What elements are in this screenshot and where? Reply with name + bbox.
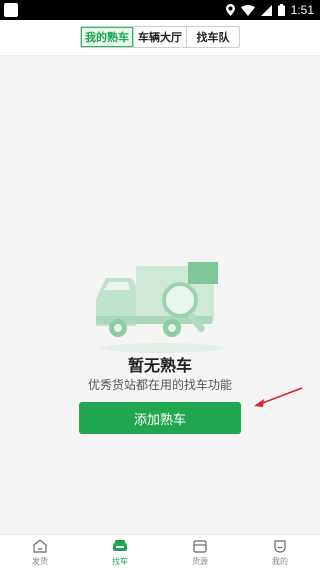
nav-label-cargo-source: 货源	[192, 557, 208, 566]
bottom-navigation: 发货 找车 货源 我的	[0, 534, 320, 570]
status-icons: 1:51	[225, 3, 314, 17]
annotation-arrow	[254, 387, 303, 407]
status-bar: 1:51	[0, 0, 320, 20]
signal-icon	[260, 4, 272, 16]
battery-icon	[277, 4, 285, 16]
nav-item-find-car[interactable]: 找车	[80, 535, 160, 570]
segmented-tabs: 我的熟车 车辆大厅 找车队	[80, 26, 240, 48]
tab-find-fleet[interactable]: 找车队	[186, 27, 239, 47]
clock-time: 1:51	[290, 3, 314, 17]
empty-title: 暂无熟车	[127, 356, 192, 375]
nav-label-mine: 我的	[272, 557, 288, 566]
home-icon	[33, 539, 47, 553]
empty-state: 暂无熟车 优秀货站都在用的找车功能 添加熟车	[0, 56, 320, 534]
car-icon	[113, 540, 127, 551]
location-icon	[225, 4, 235, 16]
nav-item-deliver[interactable]: 发货	[0, 535, 80, 570]
nav-label-deliver: 发货	[32, 557, 48, 566]
nav-item-cargo-source[interactable]: 货源	[160, 535, 240, 570]
top-header: 我的熟车 车辆大厅 找车队	[0, 20, 320, 56]
notification-icon	[4, 3, 18, 17]
truck-magnifier-illustration	[96, 262, 224, 353]
box-icon	[193, 540, 207, 553]
tab-my-familiar-cars[interactable]: 我的熟车	[81, 27, 133, 47]
wifi-icon	[240, 4, 255, 16]
nav-label-find-car: 找车	[112, 557, 128, 566]
profile-icon	[274, 540, 286, 553]
tab-vehicle-hall[interactable]: 车辆大厅	[133, 27, 186, 47]
nav-item-mine[interactable]: 我的	[240, 535, 320, 570]
add-familiar-car-button[interactable]: 添加熟车	[79, 402, 241, 434]
